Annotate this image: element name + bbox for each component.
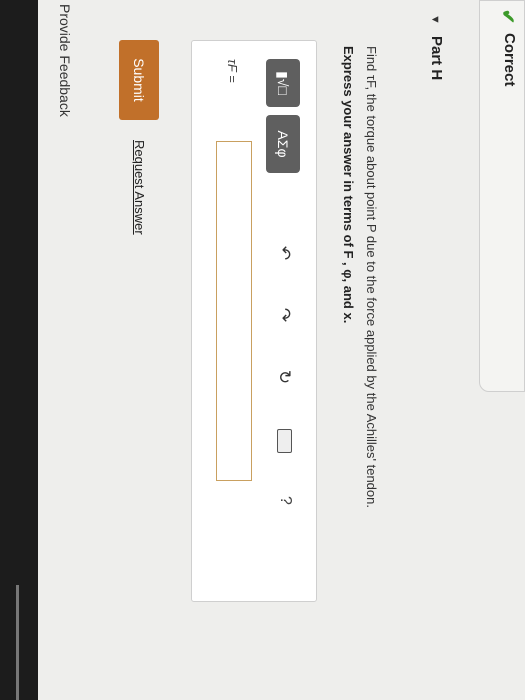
check-icon: ✔	[498, 9, 518, 25]
scroll-indicator	[16, 585, 19, 700]
status-label: Correct	[501, 33, 518, 87]
device-edge	[0, 0, 38, 700]
submit-button[interactable]: Submit	[119, 40, 159, 120]
part-title[interactable]: Part H	[428, 36, 445, 80]
request-answer-link[interactable]: Request Answer	[132, 140, 147, 235]
provide-feedback-link[interactable]: Provide Feedback	[57, 4, 73, 117]
question-text: Find τF, the torque about point P due to…	[364, 46, 379, 508]
answer-input[interactable]	[216, 141, 252, 481]
symbols-button[interactable]: ΑΣφ	[266, 115, 300, 173]
undo-icon[interactable]: ↶	[274, 241, 294, 265]
keyboard-icon[interactable]	[277, 429, 292, 453]
correct-status-banner: ✔ Correct	[479, 0, 525, 392]
instruction-text: Express your answer in terms of F , φ, a…	[341, 46, 356, 324]
reset-icon[interactable]: ↻	[274, 365, 294, 389]
page: ✔ Correct ▼ Part H Find τF, the torque a…	[0, 0, 525, 700]
answer-panel: ▮√□ ΑΣφ ↶ ↷ ↻ ? τF =	[191, 40, 317, 602]
templates-button[interactable]: ▮√□	[266, 59, 300, 107]
redo-icon[interactable]: ↷	[274, 303, 294, 327]
help-icon[interactable]: ?	[276, 496, 294, 505]
answer-label: τF =	[225, 59, 240, 83]
chevron-down-icon[interactable]: ▼	[429, 14, 441, 25]
